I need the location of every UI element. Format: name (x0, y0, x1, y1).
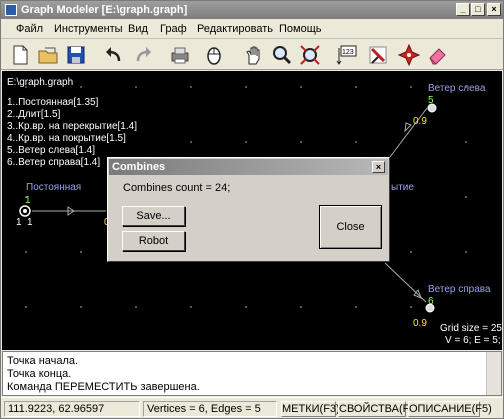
maximize-button[interactable]: □ (471, 3, 485, 16)
vertex-6-value: 0.9 (413, 318, 427, 329)
log-line-2: Точка конца. (7, 368, 72, 380)
counts-label: V = 6; E = 5; (445, 335, 501, 346)
properties-button[interactable]: СВОЙСТВА(F4) (338, 401, 419, 417)
legend-item-3: 3..Кр.вр. на перекрытие[1.4] (7, 121, 137, 132)
robot-button[interactable]: Robot (122, 231, 185, 251)
redo-icon[interactable] (131, 43, 157, 67)
menu-bar: Файл Инструменты Вид Граф Редактировать … (1, 20, 503, 39)
vertex-6-label: Ветер справа (428, 284, 491, 295)
legend-item-1: 1..Постоянная[1.35] (7, 97, 99, 108)
combines-dialog: Combines × Combines count = 24; Save... … (107, 157, 390, 262)
vertex-6-number: 6 (428, 296, 434, 307)
labels-button[interactable]: МЕТКИ(F3) (281, 401, 340, 417)
vertex-5-number: 5 (428, 95, 434, 106)
vertex-1-label: Постоянная (26, 182, 82, 193)
vertex-1-sub-left: 1 (16, 217, 22, 228)
minimize-button[interactable]: _ (456, 3, 470, 16)
status-bar: 111.9223, 62.96597 Vertices = 6, Edges =… (1, 397, 503, 418)
zoom-icon[interactable] (269, 43, 295, 67)
vertex-1-core (23, 209, 27, 213)
close-dialog-button[interactable]: Close (319, 205, 382, 249)
hand-icon[interactable] (241, 43, 267, 67)
numbering-text: 123 (342, 49, 354, 56)
zoom-fit-icon[interactable] (297, 43, 323, 67)
app-window: Graph Modeler [E:\graph.graph] _ □ × Фай… (0, 0, 504, 419)
title-bar: Graph Modeler [E:\graph.graph] _ □ × (1, 1, 503, 19)
vertex-1-sub-right: 1 (27, 217, 33, 228)
log-scrollbar[interactable] (486, 352, 501, 395)
menu-file[interactable]: Файл (16, 23, 43, 35)
hidden-vertex-label: ытие (391, 182, 414, 193)
log-line-1: Точка начала. (7, 355, 79, 367)
combines-count-text: Combines count = 24; (123, 182, 231, 194)
menu-graph[interactable]: Граф (160, 23, 187, 35)
legend-item-2: 2..Длит[1.5] (7, 109, 61, 120)
description-button[interactable]: ОПИСАНИЕ(F5) (408, 401, 492, 417)
close-button[interactable]: × (487, 3, 501, 16)
menu-edit[interactable]: Редактировать (197, 23, 273, 35)
legend-item-4: 4..Кр.вр. на покрытие[1.5] (7, 133, 126, 144)
dialog-close-icon[interactable]: × (372, 161, 385, 173)
new-file-icon[interactable] (7, 43, 33, 67)
legend-item-5: 5..Ветер слева[1.4] (7, 145, 96, 156)
menu-tools[interactable]: Инструменты (54, 23, 123, 35)
legend-item-6: 6..Ветер справа[1.4] (7, 157, 101, 168)
vertex-star-icon[interactable] (396, 43, 422, 67)
save-button[interactable]: Save... (122, 206, 185, 226)
log-panel: Точка начала. Точка конца. Команда ПЕРЕМ… (2, 351, 502, 396)
menu-help[interactable]: Помощь (279, 23, 322, 35)
vertex-1-number: 1 (25, 195, 31, 206)
open-folder-icon[interactable] (35, 43, 61, 67)
numbering-icon[interactable]: 123 (334, 43, 360, 67)
print-icon[interactable] (167, 43, 193, 67)
dialog-title-text: Combines (112, 161, 166, 173)
toolbar: 123 (1, 40, 503, 70)
vertex-5-label: Ветер слева (428, 83, 486, 94)
window-title: Graph Modeler [E:\graph.graph] (21, 4, 188, 16)
pen-eraser-icon[interactable] (365, 43, 391, 67)
save-disk-icon[interactable] (63, 43, 89, 67)
dialog-title: Combines × (109, 159, 388, 175)
log-line-3: Команда ПЕРЕМЕСТИТЬ завершена. (7, 381, 200, 393)
vertex-5-value: 0.9 (413, 116, 427, 127)
grid-size-label: Grid size = 25 (440, 323, 502, 334)
vertex-edge-count: Vertices = 6, Edges = 5 (143, 401, 277, 417)
undo-icon[interactable] (100, 43, 126, 67)
eraser-icon[interactable] (424, 43, 450, 67)
app-icon (5, 4, 17, 16)
menu-view[interactable]: Вид (128, 23, 148, 35)
file-path-label: E:\graph.graph (7, 77, 74, 88)
coords-readout: 111.9223, 62.96597 (4, 401, 140, 417)
mouse-icon[interactable] (201, 43, 227, 67)
